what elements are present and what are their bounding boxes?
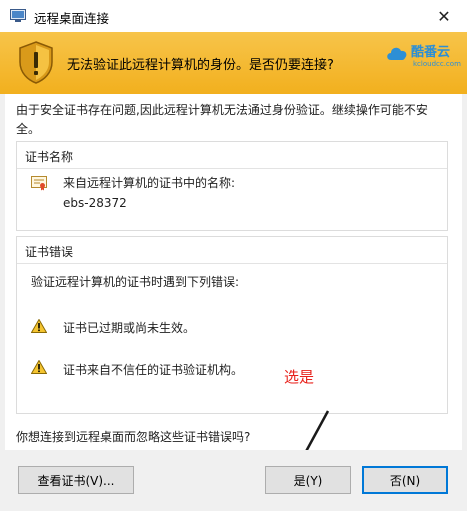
cert-name-heading: 证书名称	[25, 150, 74, 164]
intro-text: 由于安全证书存在问题,因此远程计算机无法通过身份验证。继续操作可能不安全。	[16, 103, 428, 136]
close-button[interactable]: ✕	[421, 0, 467, 32]
cert-error-item: 证书来自不信任的证书验证机构。	[63, 363, 244, 377]
left-edge	[0, 94, 5, 511]
cert-error-group: 证书错误 验证远程计算机的证书时遇到下列错误: 证书已过期或尚未生效。 证书来自…	[16, 236, 448, 414]
cert-error-item: 证书已过期或尚未生效。	[63, 321, 196, 335]
warning-triangle-icon	[31, 319, 47, 333]
banner-message: 无法验证此远程计算机的身份。是否仍要连接?	[67, 58, 334, 73]
certificate-icon	[31, 176, 47, 191]
button-bar: 查看证书(V)... 是(Y) 否(N)	[5, 450, 462, 511]
remote-desktop-icon	[10, 9, 26, 22]
watermark-name: 酷番云	[411, 45, 451, 60]
warning-triangle-icon	[31, 360, 47, 374]
divider	[17, 168, 447, 169]
title-bar: 远程桌面连接 ✕	[0, 0, 467, 32]
annotation-text: 选是	[284, 368, 315, 386]
question-text: 你想连接到远程桌面而忽略这些证书错误吗?	[16, 430, 251, 444]
cert-error-heading: 证书错误	[25, 245, 74, 259]
yes-button[interactable]: 是(Y)	[265, 466, 351, 494]
cert-error-intro: 验证远程计算机的证书时遇到下列错误:	[31, 275, 240, 289]
warning-shield-icon	[19, 41, 53, 84]
view-certificate-button[interactable]: 查看证书(V)...	[18, 466, 134, 494]
divider	[17, 263, 447, 264]
watermark-url: kcloudcc.com	[413, 60, 461, 68]
cert-name-label: 来自远程计算机的证书中的名称:	[63, 176, 236, 190]
cert-name-value: ebs-28372	[63, 196, 127, 210]
cloud-icon	[387, 47, 407, 60]
watermark: 酷番云 kcloudcc.com	[385, 40, 461, 74]
no-button[interactable]: 否(N)	[362, 466, 448, 494]
close-icon: ✕	[437, 6, 451, 26]
cert-name-group: 证书名称 来自远程计算机的证书中的名称: ebs-28372	[16, 141, 448, 231]
window-title: 远程桌面连接	[34, 11, 110, 26]
warning-banner: 无法验证此远程计算机的身份。是否仍要连接? 酷番云 kcloudcc.com	[0, 32, 467, 94]
right-edge	[462, 94, 467, 511]
